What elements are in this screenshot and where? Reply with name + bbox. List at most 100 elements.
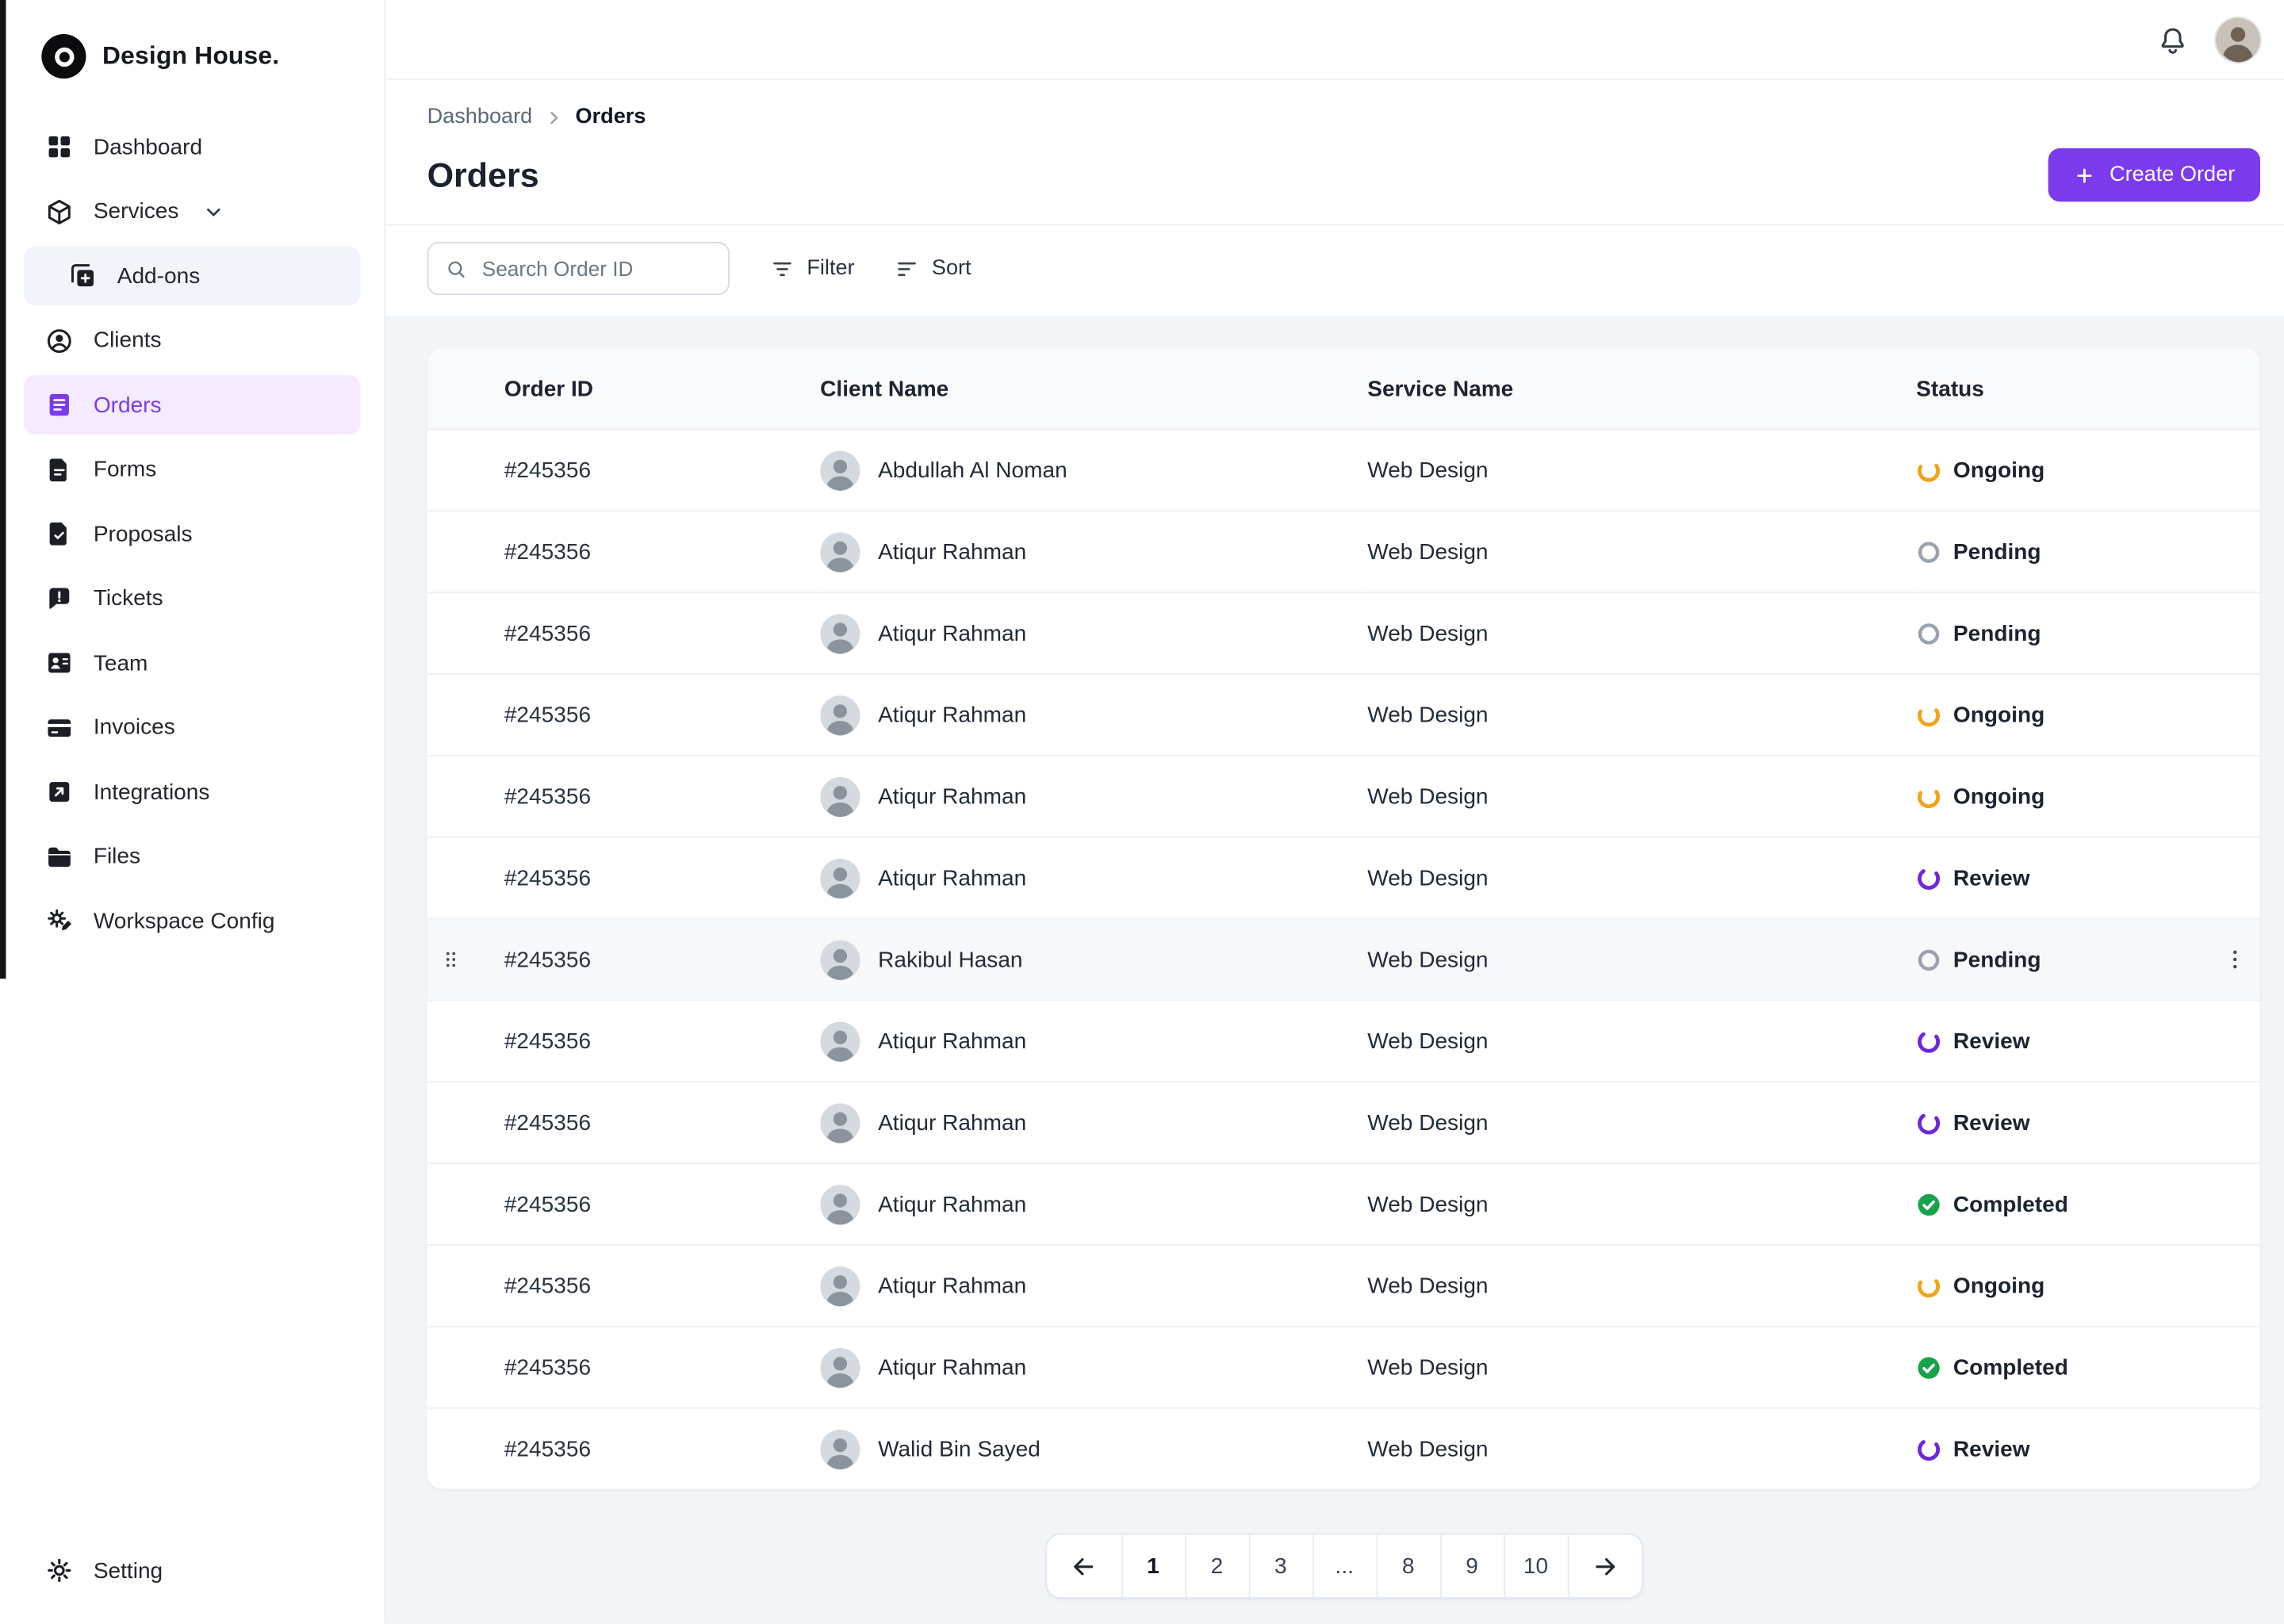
toolbar: Filter Sort <box>385 225 2284 316</box>
table-row[interactable]: #245356 Atiqur Rahman Web Design Ongoing <box>427 673 2261 756</box>
status-pending-icon <box>1916 947 1941 972</box>
status-pending-icon <box>1916 621 1941 646</box>
sidebar-item-clients[interactable]: Clients <box>24 311 361 370</box>
team-icon <box>44 648 74 677</box>
pagination-page-8[interactable]: 8 <box>1375 1534 1439 1598</box>
sidebar-item-tickets[interactable]: Tickets <box>24 569 361 628</box>
sidebar-item-forms[interactable]: Forms <box>24 439 361 499</box>
pagination: 1 2 3... 8 9 10 <box>1044 1533 1643 1599</box>
breadcrumb-dashboard-link[interactable]: Dashboard <box>427 105 533 129</box>
topbar <box>385 0 2284 80</box>
table-row[interactable]: #245356 Walid Bin Sayed Web Design Review <box>427 1407 2261 1489</box>
sidebar-item-invoices[interactable]: Invoices <box>24 698 361 757</box>
status-label: Pending <box>1953 538 2041 565</box>
client-avatar <box>820 1102 860 1143</box>
proposals-icon <box>44 519 74 549</box>
sidebar-item-setting[interactable]: Setting <box>24 1541 361 1600</box>
table-row[interactable]: #245356 Atiqur Rahman Web Design Pending <box>427 592 2261 674</box>
status-completed-icon <box>1916 1192 1941 1217</box>
breadcrumb: Dashboard Orders <box>385 80 2284 129</box>
sidebar-item-services[interactable]: Services <box>24 182 361 241</box>
service-name: Web Design <box>1367 1436 1489 1461</box>
sidebar-footer: Setting <box>24 1541 361 1600</box>
sidebar: Design House. Dashboard Services Add-ons Cl… <box>0 0 386 1624</box>
sidebar-item-files[interactable]: Files <box>24 827 361 887</box>
table-header: Order ID Client Name Service Name Status <box>427 348 2261 431</box>
pagination-page-9[interactable]: 9 <box>1439 1534 1503 1598</box>
kebab-menu-icon[interactable] <box>2221 946 2248 973</box>
sidebar-item-team[interactable]: Team <box>24 634 361 693</box>
sidebar-item-workspace-config[interactable]: Workspace Config <box>24 891 361 951</box>
service-name: Web Design <box>1367 1028 1489 1054</box>
app-root: Design House. Dashboard Services Add-ons Cl… <box>0 0 2284 1624</box>
order-id: #245356 <box>504 1354 592 1381</box>
status-review-icon <box>1916 1028 1941 1054</box>
column-header-status: Status <box>1916 348 2261 431</box>
sidebar-item-orders[interactable]: Orders <box>23 375 361 435</box>
table-row[interactable]: #245356 Atiqur Rahman Web Design Review <box>427 1081 2261 1164</box>
order-id: #245356 <box>504 1191 592 1217</box>
orders-table-card: Order ID Client Name Service Name Status #2… <box>427 348 2261 1489</box>
sidebar-item-add-ons[interactable]: Add-ons <box>23 246 361 306</box>
search-input[interactable] <box>479 255 712 282</box>
user-avatar[interactable] <box>2214 15 2262 63</box>
sidebar-item-proposals[interactable]: Proposals <box>24 504 361 564</box>
pagination-page-1[interactable]: 1 <box>1120 1534 1184 1598</box>
filter-button[interactable]: Filter <box>770 256 855 282</box>
create-order-button[interactable]: Create Order <box>2048 148 2261 202</box>
table-row[interactable]: #245356 Rakibul Hasan Web Design Pending <box>427 917 2261 1001</box>
sidebar-item-label: Clients <box>93 327 162 354</box>
chevron-right-icon <box>542 106 565 128</box>
pagination-page-10[interactable]: 10 <box>1503 1534 1566 1598</box>
table-row[interactable]: #245356 Atiqur Rahman Web Design Completed <box>427 1162 2261 1245</box>
dashboard-icon <box>44 132 74 161</box>
order-id: #245356 <box>504 457 592 483</box>
table-row[interactable]: #245356 Atiqur Rahman Web Design Review <box>427 836 2261 919</box>
pagination-prev-button[interactable] <box>1046 1535 1121 1598</box>
sort-icon <box>895 256 920 282</box>
client-avatar <box>820 450 860 491</box>
notifications-bell-icon[interactable] <box>2156 23 2189 56</box>
service-name: Web Design <box>1367 865 1489 891</box>
sidebar-item-label: Forms <box>93 456 157 482</box>
table-row[interactable]: #245356 Atiqur Rahman Web Design Ongoing <box>427 1244 2261 1327</box>
order-id: #245356 <box>504 620 592 646</box>
pagination-page-2[interactable]: 2 <box>1184 1534 1247 1598</box>
service-name: Web Design <box>1367 783 1489 810</box>
client-avatar <box>820 1021 860 1062</box>
client-name: Atiqur Rahman <box>878 865 1027 891</box>
service-name: Web Design <box>1367 947 1489 972</box>
pagination-page-3[interactable]: 3 <box>1247 1534 1312 1598</box>
table-body: #245356 Abdullah Al Noman Web Design Ongoin… <box>427 429 2261 1489</box>
client-name: Atiqur Rahman <box>878 620 1027 646</box>
sort-button[interactable]: Sort <box>895 256 971 282</box>
search-icon <box>445 257 467 279</box>
sidebar-item-dashboard[interactable]: Dashboard <box>24 117 361 177</box>
pagination-next-button[interactable] <box>1566 1534 1642 1598</box>
status-ongoing-icon <box>1916 702 1941 727</box>
sidebar-scrollbar[interactable] <box>0 0 6 979</box>
status-completed-icon <box>1916 1354 1941 1380</box>
files-icon <box>44 841 74 871</box>
content-area: Order ID Client Name Service Name Status #2… <box>385 316 2284 1624</box>
sidebar-item-integrations[interactable]: Integrations <box>24 762 361 822</box>
sidebar-item-label: Proposals <box>93 521 193 547</box>
table-row[interactable]: #245356 Atiqur Rahman Web Design Review <box>427 999 2261 1082</box>
arrow-left-icon <box>1069 1552 1098 1580</box>
search-box[interactable] <box>427 241 730 296</box>
table-row[interactable]: #245356 Atiqur Rahman Web Design Completed <box>427 1325 2261 1408</box>
client-avatar <box>820 1428 860 1469</box>
client-name: Atiqur Rahman <box>878 1273 1027 1299</box>
plus-icon <box>2074 164 2096 186</box>
drag-handle-icon[interactable] <box>439 948 463 971</box>
table-row[interactable]: #245356 Atiqur Rahman Web Design Pending <box>427 510 2261 593</box>
sidebar-item-label: Add-ons <box>117 262 201 289</box>
table-row[interactable]: #245356 Abdullah Al Noman Web Design Ongoin… <box>427 429 2260 511</box>
status-label: Ongoing <box>1953 702 2045 728</box>
client-name: Rakibul Hasan <box>878 947 1023 972</box>
add-ons-icon <box>68 261 98 290</box>
table-row[interactable]: #245356 Atiqur Rahman Web Design Ongoing <box>427 754 2261 837</box>
setting-icon <box>44 1556 74 1585</box>
order-id: #245356 <box>504 865 592 891</box>
sidebar-item-label: Team <box>93 650 148 676</box>
